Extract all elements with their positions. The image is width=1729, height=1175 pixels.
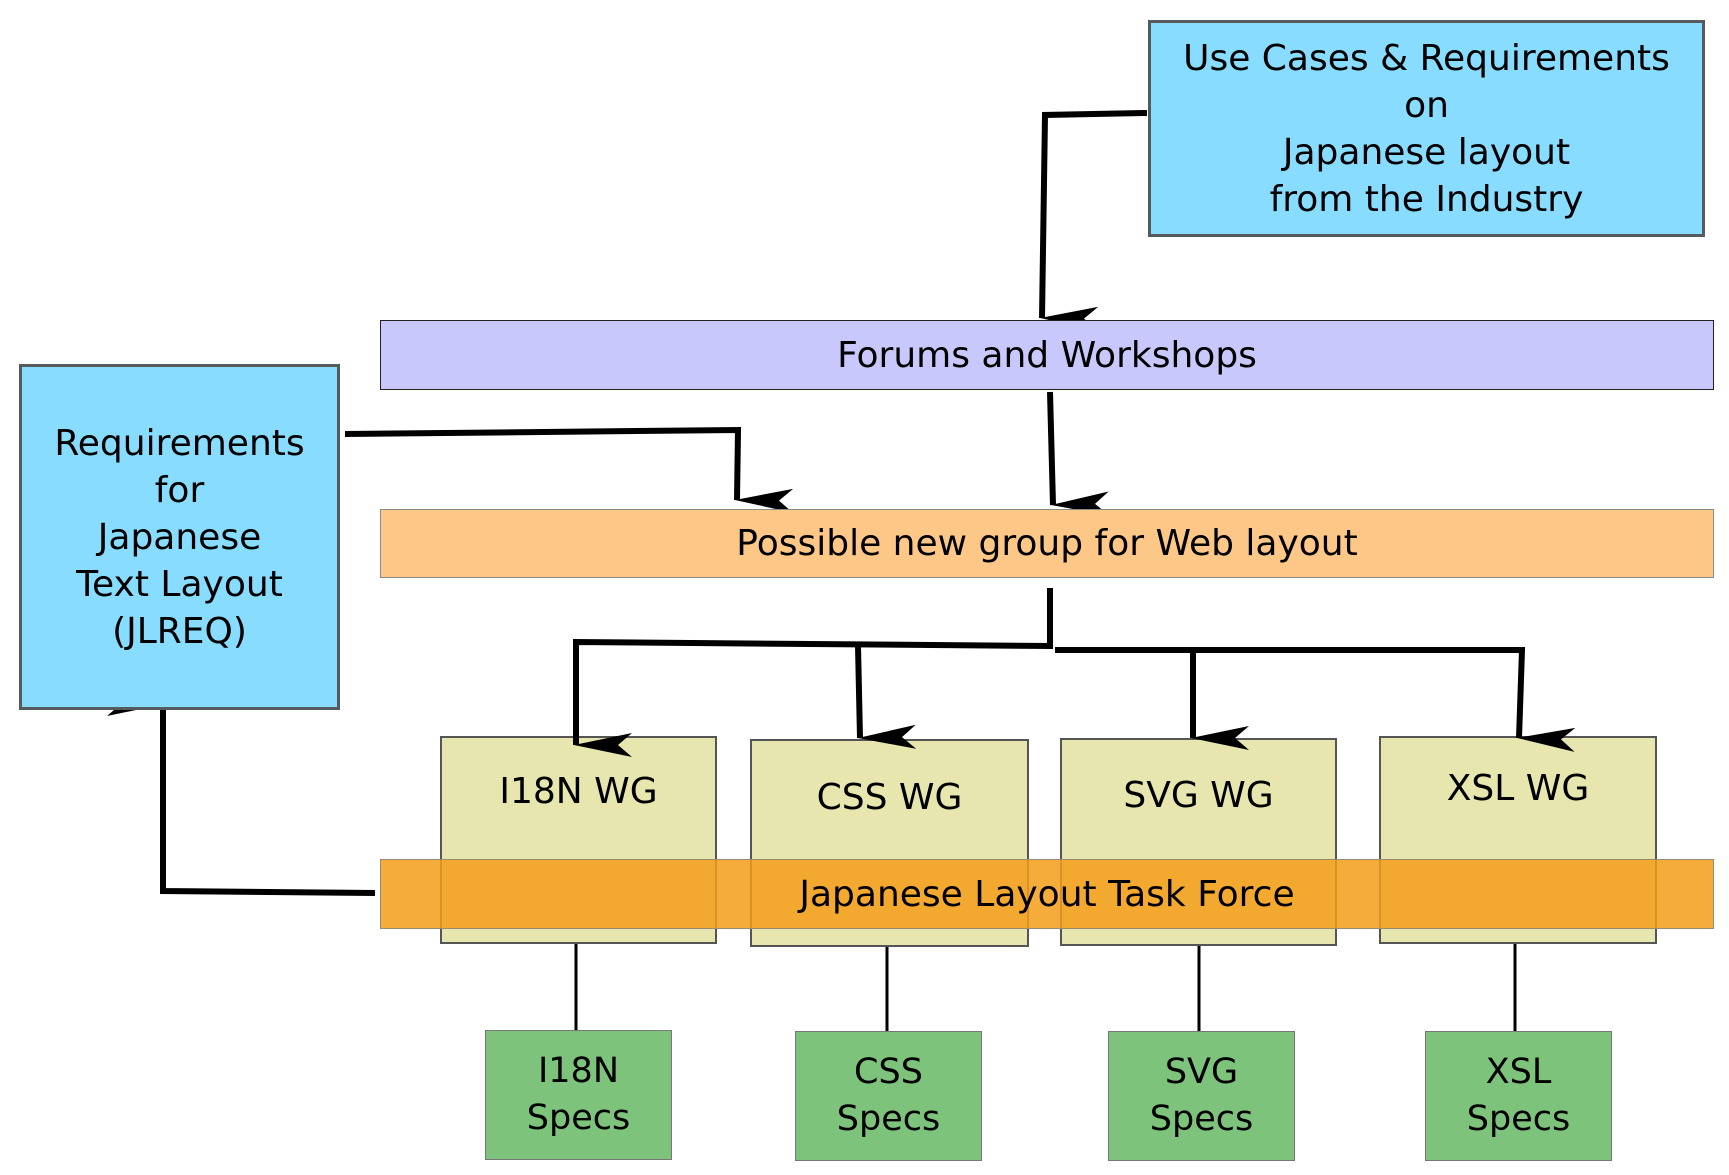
connector-newgroup-to-i18n <box>573 588 1053 757</box>
connector-usecases-to-forums <box>1039 110 1148 331</box>
xsl-specs-box: XSL Specs <box>1425 1031 1612 1161</box>
new-group-bar: Possible new group for Web layout <box>380 509 1714 578</box>
connector-newgroup-to-xsl <box>1055 647 1576 752</box>
i18n-specs-box: I18N Specs <box>485 1030 672 1160</box>
task-force-band: Japanese Layout Task Force <box>380 859 1714 929</box>
diagram-canvas: I18N WG CSS WG SVG WG XSL WG Use Cases &… <box>0 0 1729 1175</box>
forums-bar: Forums and Workshops <box>380 320 1714 390</box>
connector-jlreq-to-newgroup <box>344 426 794 513</box>
jlreq-box: Requirements for Japanese Text Layout (J… <box>19 364 340 710</box>
svg-specs-box: SVG Specs <box>1108 1031 1295 1161</box>
connector-taskforce-to-jlreq <box>107 692 376 896</box>
css-specs-box: CSS Specs <box>795 1031 982 1161</box>
connector-to-css <box>855 645 917 749</box>
connector-forums-to-newgroup <box>1047 391 1110 516</box>
use-cases-box: Use Cases & Requirements on Japanese lay… <box>1148 20 1705 237</box>
